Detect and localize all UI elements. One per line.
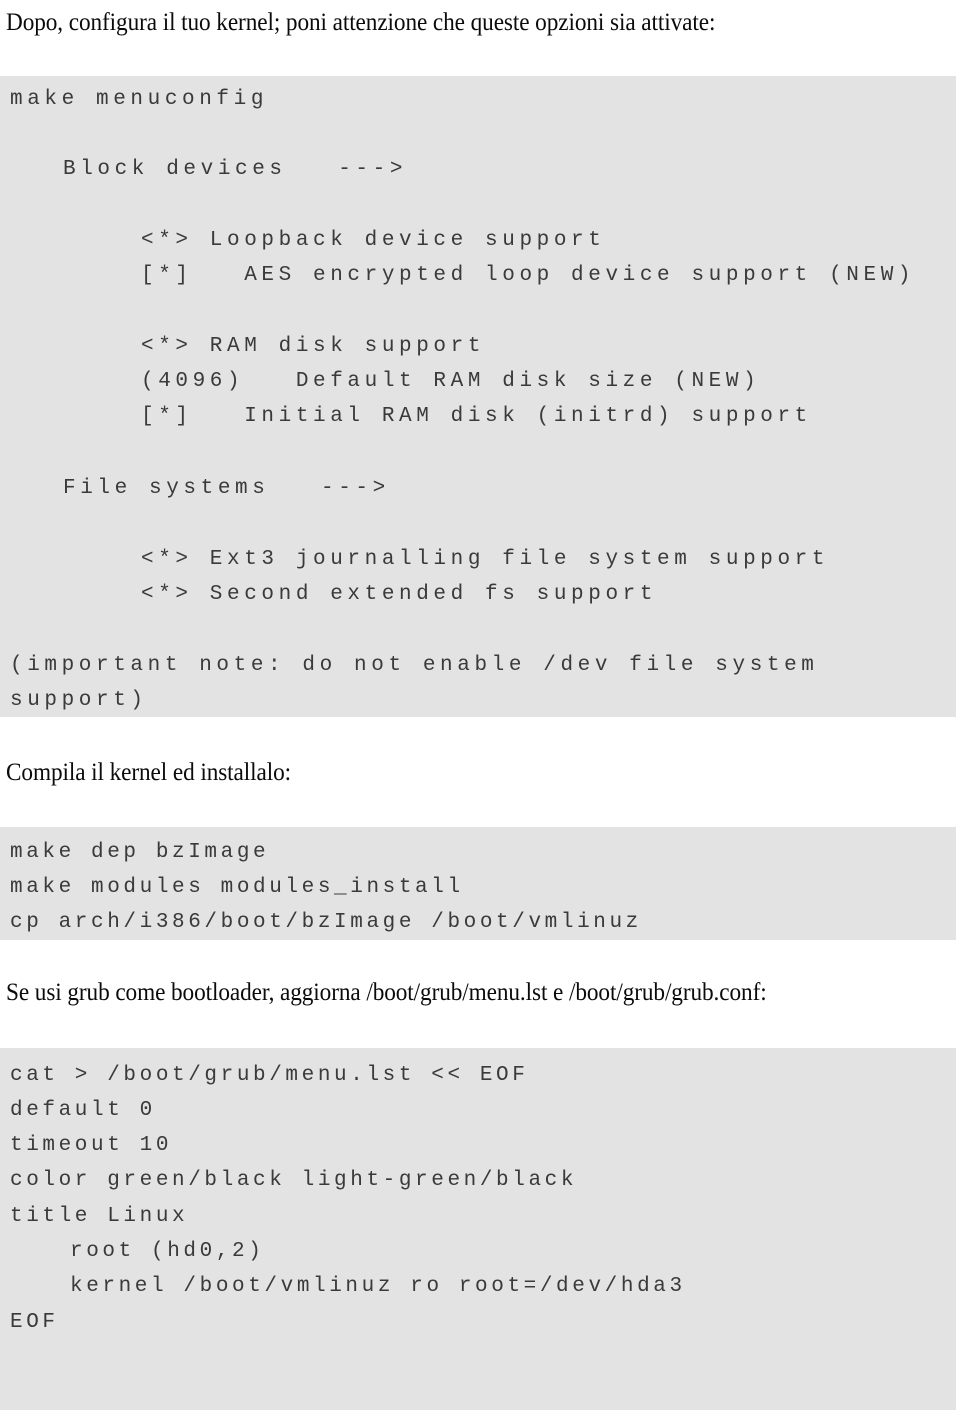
code-line-second-extended-fs: <*> Second extended fs support bbox=[141, 583, 658, 606]
code-line-default-0: default 0 bbox=[10, 1099, 156, 1122]
code-line-block-devices: Block devices ---> bbox=[63, 158, 408, 181]
grub-paragraph: Se usi grub come bootloader, aggiorna /b… bbox=[6, 979, 767, 1006]
code-line-make-modules-install: make modules modules_install bbox=[10, 876, 464, 899]
code-line-loopback-device-support: <*> Loopback device support bbox=[141, 229, 606, 252]
code-line-ram-disk-support: <*> RAM disk support bbox=[141, 335, 486, 358]
code-line-cat-menu-lst: cat > /boot/grub/menu.lst << EOF bbox=[10, 1064, 529, 1087]
code-line-important-note: (important note: do not enable /dev file… bbox=[10, 654, 819, 677]
code-line-make-dep-bzimage: make dep bzImage bbox=[10, 841, 270, 864]
code-line-initial-ram-disk: [*] Initial RAM disk (initrd) support bbox=[141, 405, 812, 428]
code-line-eof: EOF bbox=[10, 1311, 59, 1334]
code-line-timeout-10: timeout 10 bbox=[10, 1134, 173, 1157]
code-line-support-close: support) bbox=[10, 689, 148, 712]
code-line-file-systems: File systems ---> bbox=[63, 477, 390, 500]
code-line-default-ram-disk-size: (4096) Default RAM disk size (NEW) bbox=[141, 370, 761, 393]
code-line-title-linux: title Linux bbox=[10, 1205, 189, 1228]
code-line-aes-encrypted-loop: [*] AES encrypted loop device support (N… bbox=[141, 264, 916, 287]
intro-paragraph: Dopo, configura il tuo kernel; poni atte… bbox=[6, 9, 716, 36]
code-line-kernel-vmlinuz-root: kernel /boot/vmlinuz ro root=/dev/hda3 bbox=[70, 1275, 686, 1298]
code-line-root-hd0-2: root (hd0,2) bbox=[70, 1240, 265, 1263]
compile-paragraph: Compila il kernel ed installalo: bbox=[6, 759, 292, 786]
code-line-make-menuconfig: make menuconfig bbox=[10, 88, 269, 111]
code-line-cp-bzimage-vmlinuz: cp arch/i386/boot/bzImage /boot/vmlinuz bbox=[10, 911, 642, 934]
code-line-color-green-black: color green/black light-green/black bbox=[10, 1169, 578, 1192]
code-line-ext3-journalling: <*> Ext3 journalling file system support bbox=[141, 548, 830, 571]
document-page: Dopo, configura il tuo kernel; poni atte… bbox=[0, 0, 960, 1410]
